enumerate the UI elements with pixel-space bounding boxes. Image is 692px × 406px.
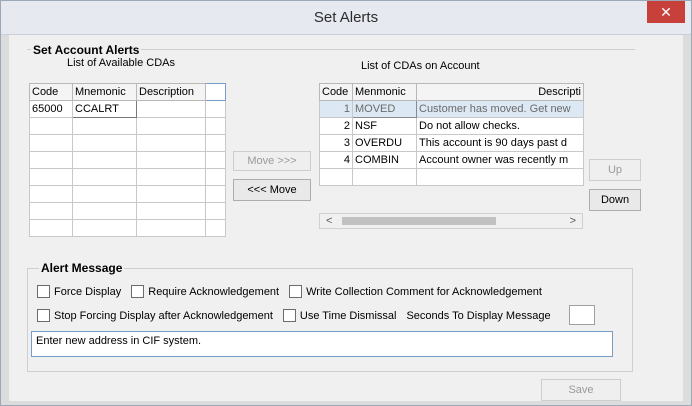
cell-code[interactable]: 4 bbox=[319, 151, 353, 169]
column-header-description[interactable]: Description bbox=[136, 83, 206, 101]
require-ack-checkbox[interactable] bbox=[131, 285, 145, 298]
set-alerts-window: Set Alerts ✕ Set Account Alerts List of … bbox=[0, 0, 692, 406]
table-row bbox=[29, 168, 226, 186]
column-header-mnemonic[interactable]: Mnemonic bbox=[72, 83, 137, 101]
column-header-code[interactable]: Code bbox=[319, 83, 353, 101]
move-left-button[interactable]: <<< Move bbox=[233, 179, 311, 201]
table-row[interactable]: 65000 CCALRT bbox=[29, 100, 226, 118]
cdas-on-account-table[interactable]: Code Menmonic Descripti 1 MOVED Customer… bbox=[319, 83, 584, 186]
require-ack-label: Require Acknowledgement bbox=[148, 285, 280, 298]
column-header-extra bbox=[205, 83, 226, 101]
table-row bbox=[29, 202, 226, 220]
cell-extra bbox=[205, 100, 226, 118]
write-comment-checkbox[interactable] bbox=[289, 285, 303, 298]
seconds-label: Seconds To Display Message bbox=[406, 309, 551, 322]
table-row bbox=[319, 168, 584, 186]
cell-code[interactable]: 65000 bbox=[29, 100, 73, 118]
cdas-on-account-label: List of CDAs on Account bbox=[361, 60, 480, 72]
window-title: Set Alerts bbox=[313, 9, 379, 26]
column-header-mnemonic[interactable]: Menmonic bbox=[352, 83, 417, 101]
down-button[interactable]: Down bbox=[589, 189, 641, 211]
scrollbar-thumb[interactable] bbox=[342, 217, 496, 225]
checkbox-row-1: Force Display Require Acknowledgement Wr… bbox=[37, 285, 552, 298]
stop-forcing-label: Stop Forcing Display after Acknowledgeme… bbox=[54, 309, 273, 322]
cell-code[interactable]: 1 bbox=[319, 100, 353, 118]
table-row bbox=[29, 219, 226, 237]
force-display-checkbox[interactable] bbox=[37, 285, 50, 298]
cell-mnemonic[interactable]: MOVED bbox=[352, 100, 417, 118]
cell-description[interactable]: Do not allow checks. bbox=[416, 117, 584, 135]
cell-description[interactable]: Account owner was recently m bbox=[416, 151, 584, 169]
scroll-right-icon[interactable]: > bbox=[570, 214, 576, 228]
table-row bbox=[29, 117, 226, 135]
checkbox-row-2: Stop Forcing Display after Acknowledgeme… bbox=[37, 309, 561, 322]
cell-mnemonic[interactable]: NSF bbox=[352, 117, 417, 135]
seconds-input[interactable] bbox=[569, 305, 595, 325]
move-right-button[interactable]: Move >>> bbox=[233, 151, 311, 171]
table-row[interactable]: 1 MOVED Customer has moved. Get new bbox=[319, 100, 584, 118]
stop-forcing-checkbox[interactable] bbox=[37, 309, 50, 322]
column-header-code[interactable]: Code bbox=[29, 83, 73, 101]
horizontal-scrollbar[interactable]: < > bbox=[319, 213, 583, 229]
alert-message-title: Alert Message bbox=[39, 261, 125, 275]
table-row[interactable]: 3 OVERDU This account is 90 days past d bbox=[319, 134, 584, 152]
cell-mnemonic[interactable]: CCALRT bbox=[72, 100, 137, 118]
up-button[interactable]: Up bbox=[589, 159, 641, 181]
table-row bbox=[29, 151, 226, 169]
table-row bbox=[29, 134, 226, 152]
write-comment-label: Write Collection Comment for Acknowledge… bbox=[306, 285, 542, 298]
table-row[interactable]: 2 NSF Do not allow checks. bbox=[319, 117, 584, 135]
force-display-label: Force Display bbox=[54, 285, 122, 298]
title-bar: Set Alerts ✕ bbox=[1, 1, 691, 35]
cell-code[interactable]: 3 bbox=[319, 134, 353, 152]
cell-code[interactable]: 2 bbox=[319, 117, 353, 135]
cell-mnemonic[interactable]: OVERDU bbox=[352, 134, 417, 152]
account-alerts-title: Set Account Alerts bbox=[31, 43, 142, 57]
time-dismissal-label: Use Time Dismissal bbox=[299, 309, 397, 322]
column-header-description[interactable]: Descripti bbox=[416, 83, 584, 101]
available-cdas-label: List of Available CDAs bbox=[67, 57, 176, 69]
available-cdas-table[interactable]: Code Mnemonic Description 65000 CCALRT bbox=[29, 83, 226, 237]
dialog-body: Set Account Alerts List of Available CDA… bbox=[9, 35, 683, 401]
cell-description[interactable] bbox=[136, 100, 206, 118]
alert-message-input[interactable]: Enter new address in CIF system. bbox=[31, 331, 613, 357]
table-row bbox=[29, 185, 226, 203]
table-header-row: Code Mnemonic Description bbox=[29, 83, 226, 101]
close-icon[interactable]: ✕ bbox=[647, 1, 685, 23]
time-dismissal-checkbox[interactable] bbox=[282, 309, 296, 322]
table-header-row: Code Menmonic Descripti bbox=[319, 83, 584, 101]
cell-mnemonic[interactable]: COMBIN bbox=[352, 151, 417, 169]
table-row[interactable]: 4 COMBIN Account owner was recently m bbox=[319, 151, 584, 169]
cell-description[interactable]: This account is 90 days past d bbox=[416, 134, 584, 152]
scroll-left-icon[interactable]: < bbox=[326, 214, 332, 228]
save-button[interactable]: Save bbox=[541, 379, 621, 401]
cell-description[interactable]: Customer has moved. Get new bbox=[416, 100, 584, 118]
